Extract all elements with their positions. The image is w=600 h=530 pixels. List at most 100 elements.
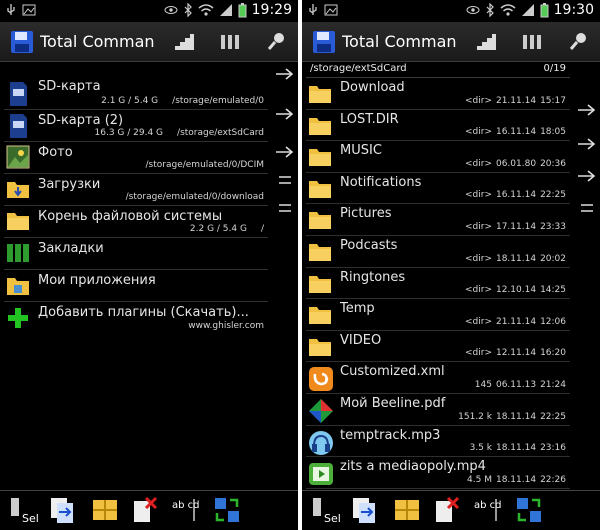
item-size: 2.1 G / 5.4 G [101,96,159,106]
file-row[interactable]: Podcasts <dir> 18.11.14 20:02 [306,236,570,268]
folder-icon [308,240,332,264]
file-time: 21:24 [540,379,566,390]
file-size: <dir> [464,158,492,169]
uc-browser-icon [308,366,333,392]
eye-icon [466,4,480,16]
file-name: Pictures [340,206,392,222]
app-title: Total Comman... [342,32,457,51]
list-item[interactable]: Мои приложения [4,270,268,302]
file-name: LOST.DIR [340,111,399,127]
equals-icon[interactable] [274,200,296,216]
file-row[interactable]: LOST.DIR <dir> 16.11.14 18:05 [306,110,570,142]
equals-icon[interactable] [576,200,598,216]
list-item[interactable]: SD-карта (2) 16.3 G / 29.4 G/storage/ext… [4,110,268,142]
copy-button[interactable] [48,495,78,525]
file-time: 20:02 [540,253,566,264]
usb-icon [5,3,17,17]
file-row[interactable]: MUSIC <dir> 06.01.80 20:36 [306,141,570,173]
file-row[interactable]: Download <dir> 21.11.14 15:17 [306,78,570,110]
delete-button[interactable] [432,495,462,525]
photo-icon [6,145,30,169]
file-row[interactable]: zits a mediaopoly.mp4 4.5 M 18.11.14 22:26 [306,457,570,489]
list-item[interactable]: Корень файловой системы 2.2 G / 5.4 G / [4,206,268,238]
sd-card-icon [6,113,30,138]
file-time: 12:06 [540,316,566,327]
arrow-right-icon[interactable] [274,144,296,160]
path-bar[interactable]: /storage/extSdCard 0/19 [306,62,570,78]
wifi-icon [198,3,214,17]
item-name: SD-карта (2) [38,113,124,128]
file-row[interactable]: Customized.xml 145 06.11.13 21:24 [306,362,570,394]
folder-icon [308,335,332,359]
file-row[interactable]: Мой Beeline.pdf 151.2 k 18.11.14 22:25 [306,394,570,426]
floppy-disk-icon [312,30,336,54]
arrow-right-icon[interactable] [274,66,296,82]
file-row[interactable]: Pictures <dir> 17.11.14 23:33 [306,204,570,236]
file-row[interactable]: Notifications <dir> 16.11.14 22:25 [306,173,570,205]
file-size: <dir> [464,253,492,264]
pack-button[interactable] [90,495,120,525]
file-time: 23:33 [540,221,566,232]
sync-button[interactable] [212,495,242,525]
list-item[interactable]: Фото /storage/emulated/0/DCIM [4,142,268,174]
file-size: 145 [474,379,492,390]
list-item[interactable]: Добавить плагины (Скачать)... www.ghisle… [4,302,268,334]
sync-button[interactable] [514,495,544,525]
equals-icon[interactable] [274,172,296,188]
file-time: 20:36 [540,158,566,169]
file-name: zits a mediaopoly.mp4 [340,459,486,475]
side-buttons [272,62,298,490]
item-name: SD-карта [38,79,101,94]
selection-count: 0/19 [543,63,566,74]
copy-button[interactable] [350,495,380,525]
file-size: <dir> [464,348,492,359]
file-date: 18.11.14 [495,253,537,264]
file-name: temptrack.mp3 [340,427,441,443]
folder-icon [6,209,30,233]
file-row[interactable]: temptrack.mp3 3.5 k 18.11.14 23:16 [306,426,570,458]
stairs-icon[interactable] [474,30,498,54]
rename-button[interactable]: ab cd [472,495,502,525]
file-row[interactable]: Ringtones <dir> 12.10.14 14:25 [306,268,570,300]
bookmarks-bar-icon[interactable] [520,30,544,54]
file-name: Download [340,80,405,95]
item-name: Мои приложения [38,273,156,288]
file-time: 23:16 [540,443,566,454]
select-button[interactable]: Sel [310,495,340,525]
file-size: <dir> [464,127,492,138]
list-item[interactable]: Закладки [4,238,268,270]
list-item[interactable]: SD-карта 2.1 G / 5.4 G/storage/emulated/… [4,76,268,110]
file-row[interactable]: VIDEO <dir> 12.11.14 16:20 [306,331,570,363]
folder-icon [308,114,332,138]
search-icon[interactable] [264,30,288,54]
item-size: 16.3 G / 29.4 G [94,128,164,138]
file-row[interactable]: Temp <dir> 21.11.14 12:06 [306,299,570,331]
file-name: Мой Beeline.pdf [340,396,446,411]
item-name: Загрузки [38,177,101,192]
search-icon[interactable] [566,30,590,54]
image-notification-icon [324,3,338,17]
list-item[interactable]: Загрузки /storage/emulated/0/download [4,174,268,206]
arrow-right-icon[interactable] [274,106,296,122]
rename-button[interactable]: ab cd [170,495,200,525]
file-date: 21.11.14 [495,316,537,327]
file-time: 22:26 [540,474,566,485]
rename-label: ab cd [172,500,200,511]
item-size: 2.2 G / 5.4 G [189,224,247,234]
file-date: 06.01.80 [495,158,537,169]
rename-label: ab cd [474,500,502,511]
bookmarks-bar-icon[interactable] [218,30,242,54]
current-path: /storage/extSdCard [310,63,407,74]
folder-icon [308,303,332,327]
delete-button[interactable] [130,495,160,525]
arrow-right-icon[interactable] [576,168,598,184]
side-buttons [574,62,600,490]
item-name: Фото [38,145,73,160]
pack-button[interactable] [392,495,422,525]
arrow-right-icon[interactable] [576,102,598,118]
file-date: 12.10.14 [495,285,537,296]
stairs-icon[interactable] [172,30,196,54]
battery-icon [540,2,549,18]
arrow-right-icon[interactable] [576,136,598,152]
select-button[interactable]: Sel [8,495,38,525]
